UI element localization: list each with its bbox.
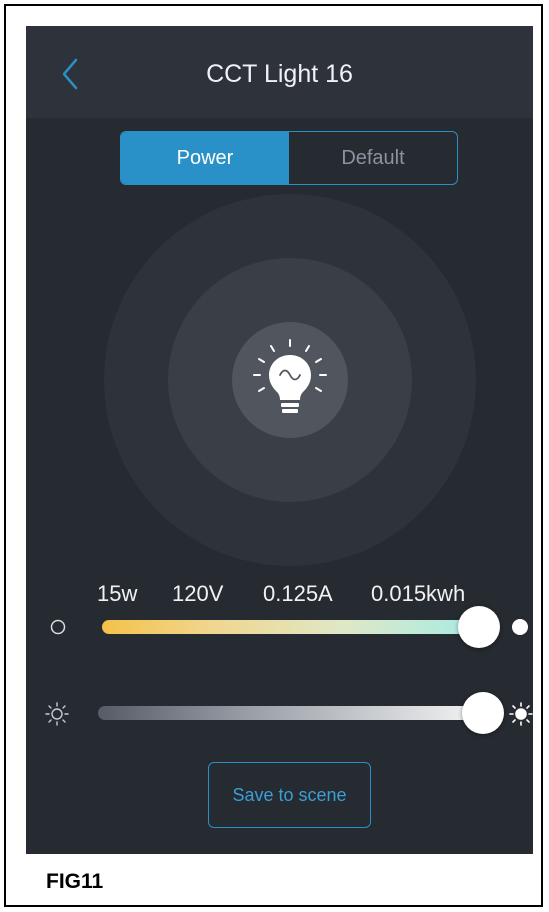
cct-slider-thumb[interactable] bbox=[458, 606, 500, 648]
bulb-control[interactable] bbox=[26, 26, 533, 586]
circle-outline-icon bbox=[50, 619, 66, 635]
current-reading: 0.125A bbox=[263, 581, 333, 606]
circle-filled-icon bbox=[512, 619, 528, 635]
sun-outline-icon bbox=[45, 702, 69, 726]
figure-frame: CCT Light 16 Power Default 15w 120V 0.12… bbox=[4, 4, 543, 907]
save-to-scene-button[interactable]: Save to scene bbox=[208, 762, 371, 828]
sun-filled-icon bbox=[509, 702, 533, 726]
brightness-slider-track[interactable] bbox=[98, 706, 482, 720]
app-screen: CCT Light 16 Power Default 15w 120V 0.12… bbox=[26, 26, 533, 854]
power-reading: 15w bbox=[97, 581, 138, 606]
cct-slider-track[interactable] bbox=[102, 620, 474, 634]
voltage-reading: 120V bbox=[172, 581, 224, 606]
figure-caption: FIG11 bbox=[46, 870, 104, 893]
brightness-slider-thumb[interactable] bbox=[462, 692, 504, 734]
energy-reading: 0.015kwh bbox=[371, 581, 466, 606]
